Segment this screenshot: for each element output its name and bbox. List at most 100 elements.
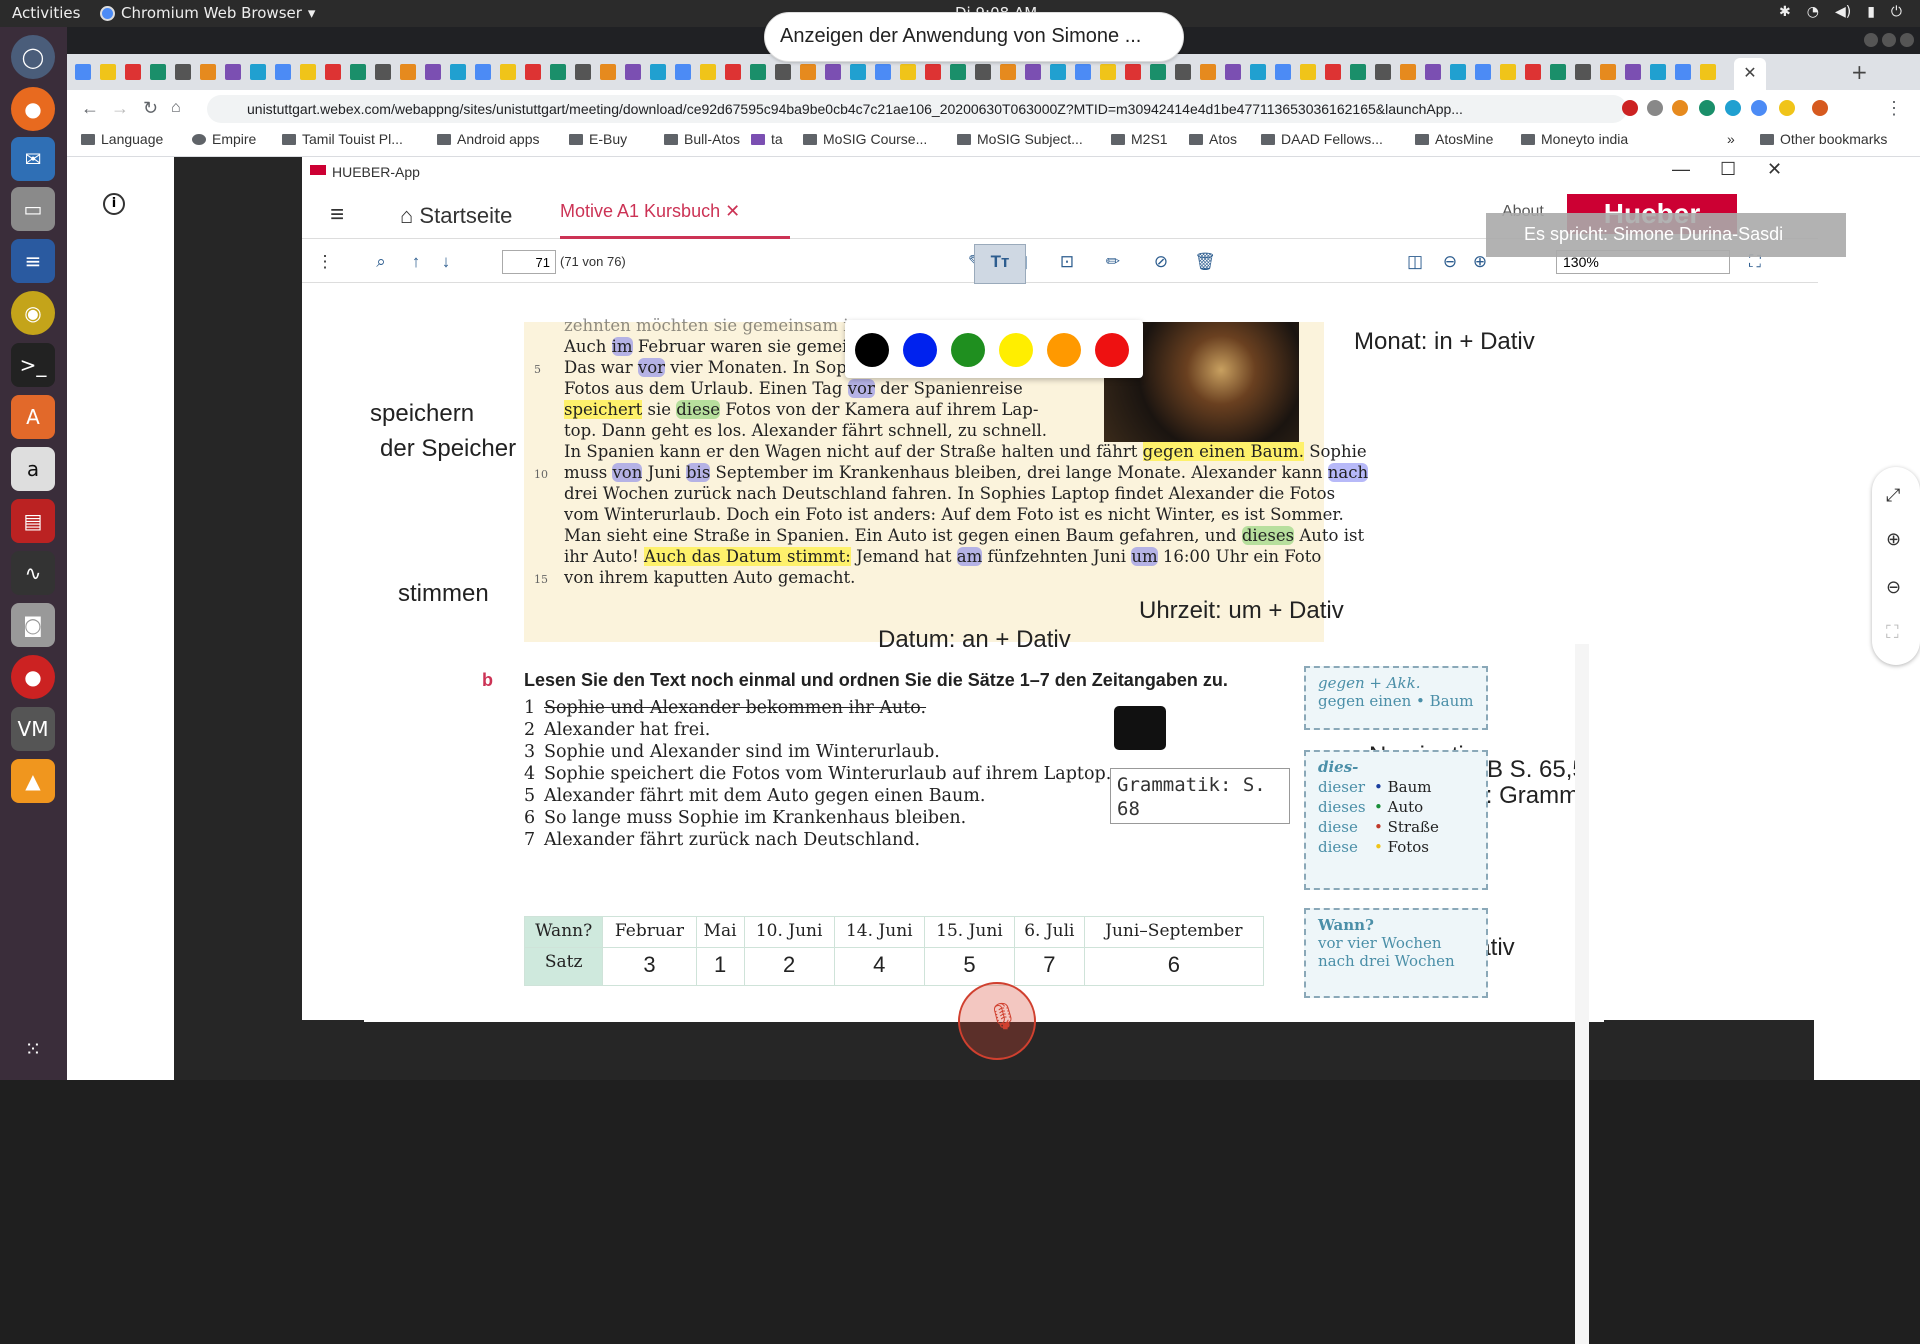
bookmark-atosmine[interactable]: AtosMine <box>1415 131 1493 147</box>
tab-favicon[interactable] <box>1625 64 1641 80</box>
browser-menu-icon[interactable]: ⋮ <box>1885 98 1903 119</box>
tab-favicon[interactable] <box>100 64 116 80</box>
rhythmbox-icon[interactable]: ◉ <box>11 291 55 335</box>
hueber-maximize-button[interactable]: ☐ <box>1720 159 1736 180</box>
nav-startseite[interactable]: ⌂ Startseite <box>400 203 512 229</box>
minimize-button[interactable] <box>1864 33 1878 47</box>
chromium-dock-icon[interactable]: ◯ <box>11 35 55 79</box>
bookmark-mosig-course[interactable]: MoSIG Course... <box>803 131 927 147</box>
bookmark-android[interactable]: Android apps <box>437 131 540 147</box>
tab-favicon[interactable] <box>250 64 266 80</box>
tab-favicon[interactable] <box>400 64 416 80</box>
close-tab-icon[interactable]: ✕ <box>725 201 740 221</box>
tab-favicon[interactable] <box>1250 64 1266 80</box>
tab-favicon[interactable] <box>925 64 941 80</box>
sidebar-toggle-icon[interactable]: ◫ <box>1402 249 1428 275</box>
tab-favicon[interactable] <box>1200 64 1216 80</box>
tab-favicon[interactable] <box>1050 64 1066 80</box>
color-swatch[interactable] <box>999 333 1033 367</box>
other-bookmarks[interactable]: Other bookmarks <box>1760 131 1887 147</box>
reload-icon[interactable]: ↻ <box>143 98 158 119</box>
tab-favicon[interactable] <box>125 64 141 80</box>
tab-favicon[interactable] <box>200 64 216 80</box>
vlc-icon[interactable]: ▲ <box>11 759 55 803</box>
hide-annotations-icon[interactable]: ⊘ <box>1148 249 1174 275</box>
tab-favicon[interactable] <box>350 64 366 80</box>
zoom-out-icon[interactable]: ⊖ <box>1437 249 1463 275</box>
bookmark-ebuy[interactable]: E-Buy <box>569 131 627 147</box>
tab-favicon[interactable] <box>725 64 741 80</box>
zoom-out-share-icon[interactable]: ⊖ <box>1886 577 1901 598</box>
tab-favicon[interactable] <box>325 64 341 80</box>
tab-favicon[interactable] <box>575 64 591 80</box>
camera-app-icon[interactable]: ◙ <box>11 603 55 647</box>
terminal-icon[interactable]: >_ <box>11 343 55 387</box>
bookmark-empire[interactable]: Empire <box>192 131 256 147</box>
tab-favicon[interactable] <box>1450 64 1466 80</box>
bookmark-moneyto[interactable]: Moneyto india <box>1521 131 1628 147</box>
extension-blue-icon[interactable] <box>1751 100 1767 116</box>
tab-favicon[interactable] <box>1075 64 1091 80</box>
tab-favicon[interactable] <box>150 64 166 80</box>
color-swatch[interactable] <box>1047 333 1081 367</box>
page-number-input[interactable] <box>502 250 556 274</box>
tab-favicon[interactable] <box>625 64 641 80</box>
tab-favicon[interactable] <box>1000 64 1016 80</box>
tab-favicon[interactable] <box>950 64 966 80</box>
delete-annotation-icon[interactable]: 🗑 <box>1192 249 1218 275</box>
back-icon[interactable]: ← <box>81 98 99 119</box>
tab-favicon[interactable] <box>700 64 716 80</box>
system-monitor-icon[interactable]: ∿ <box>11 551 55 595</box>
expand-icon[interactable]: ⤢ <box>1886 485 1900 506</box>
tab-favicon[interactable] <box>1025 64 1041 80</box>
home-icon[interactable]: ⌂ <box>171 99 181 117</box>
tab-favicon[interactable] <box>1225 64 1241 80</box>
tab-favicon[interactable] <box>1375 64 1391 80</box>
tab-favicon[interactable] <box>1425 64 1441 80</box>
maximize-button[interactable] <box>1882 33 1896 47</box>
tab-favicon[interactable] <box>300 64 316 80</box>
thunderbird-icon[interactable]: ✉ <box>11 137 55 181</box>
extension-green-icon[interactable] <box>1699 100 1715 116</box>
show-apps-icon[interactable]: ⁙ <box>11 1027 55 1071</box>
grammatik-note[interactable]: Grammatik: S. 68 <box>1110 768 1290 824</box>
forward-icon[interactable]: → <box>111 98 129 119</box>
files-icon[interactable]: ▭ <box>11 187 55 231</box>
pdf-scrollbar[interactable] <box>1575 644 1589 1344</box>
url-field[interactable]: unistuttgart.webex.com/webappng/sites/un… <box>207 95 1627 123</box>
tab-favicon[interactable] <box>175 64 191 80</box>
color-swatch[interactable] <box>951 333 985 367</box>
tab-favicon[interactable] <box>975 64 991 80</box>
tab-favicon[interactable] <box>1575 64 1591 80</box>
textbox-tool-icon[interactable]: ⊡ <box>1054 249 1080 275</box>
close-window-button[interactable] <box>1900 33 1914 47</box>
bookmark-bullatos[interactable]: Bull-Atos <box>664 131 740 147</box>
tab-favicon[interactable] <box>1300 64 1316 80</box>
tab-favicon[interactable] <box>450 64 466 80</box>
tab-favicon[interactable] <box>225 64 241 80</box>
tab-favicon[interactable] <box>1275 64 1291 80</box>
tab-favicon[interactable] <box>600 64 616 80</box>
tab-favicon[interactable] <box>425 64 441 80</box>
hueber-minimize-button[interactable]: — <box>1672 159 1690 180</box>
tab-favicon[interactable] <box>900 64 916 80</box>
bookmark-daad[interactable]: DAAD Fellows... <box>1261 131 1383 147</box>
tab-favicon[interactable] <box>1400 64 1416 80</box>
tab-favicon[interactable] <box>1475 64 1491 80</box>
tab-favicon[interactable] <box>1175 64 1191 80</box>
tab-favicon[interactable] <box>1525 64 1541 80</box>
extension-abp-icon[interactable] <box>1622 100 1638 116</box>
extension-w-icon[interactable] <box>1672 100 1688 116</box>
pen-tool-icon[interactable]: ✏ <box>1100 249 1126 275</box>
vm-app-icon[interactable]: VM <box>11 707 55 751</box>
previous-page-icon[interactable]: ↑ <box>403 249 429 275</box>
tab-favicon[interactable] <box>500 64 516 80</box>
tab-favicon[interactable] <box>1550 64 1566 80</box>
software-center-icon[interactable]: A <box>11 395 55 439</box>
amazon-icon[interactable]: a <box>11 447 55 491</box>
color-swatch[interactable] <box>903 333 937 367</box>
writer-icon[interactable]: ≡ <box>11 239 55 283</box>
tab-favicon[interactable] <box>850 64 866 80</box>
search-document-icon[interactable]: ⌕ <box>368 249 394 275</box>
tab-favicon[interactable] <box>750 64 766 80</box>
